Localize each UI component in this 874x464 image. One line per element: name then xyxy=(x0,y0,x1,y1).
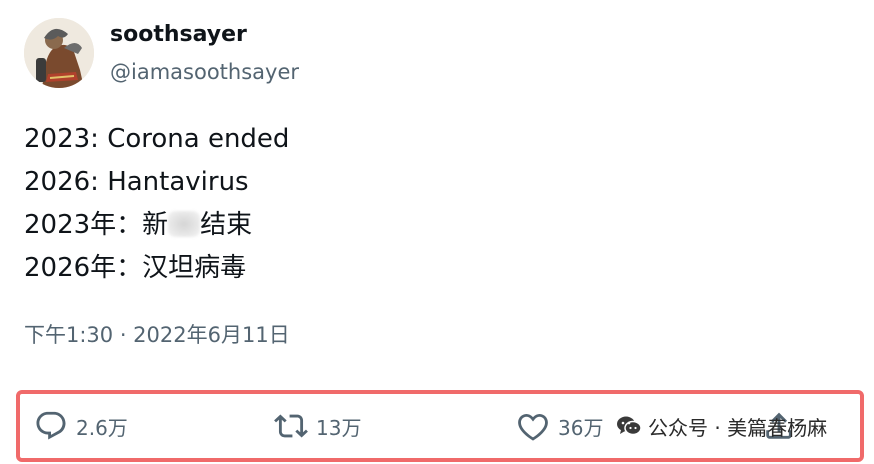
tweet-line-end: 结束 xyxy=(200,210,253,240)
avatar[interactable] xyxy=(24,18,94,88)
engagement-bar: 2.6万 13万 36万 公众号 · 美篇春杨麻 xyxy=(16,390,864,462)
retweet-icon xyxy=(274,414,308,438)
display-name[interactable]: soothsayer xyxy=(110,22,247,47)
tweet-text: 2023: Corona ended 2026: Hantavirus 2023… xyxy=(24,118,289,290)
avatar-image xyxy=(24,18,94,88)
censored-blur xyxy=(168,211,201,237)
like-button[interactable]: 36万 xyxy=(516,394,603,458)
tweet-line: 2023年：新 结束 xyxy=(24,204,289,247)
like-icon xyxy=(518,413,548,441)
tweet-line: 2023: Corona ended xyxy=(24,124,290,154)
tweet-line: 2026年：汉坦病毒 xyxy=(24,253,247,283)
reply-count: 2.6万 xyxy=(76,415,128,440)
retweet-count: 13万 xyxy=(316,415,362,440)
like-count: 36万 xyxy=(558,415,604,440)
user-handle[interactable]: @iamasoothsayer xyxy=(110,60,299,84)
reply-button[interactable]: 2.6万 xyxy=(34,394,128,458)
wechat-icon xyxy=(617,416,642,436)
retweet-button[interactable]: 13万 xyxy=(274,394,361,458)
tweet-line-start: 2023年：新 xyxy=(24,210,169,240)
tweet-timestamp[interactable]: 下午1:30 · 2022年6月11日 xyxy=(24,319,290,349)
reply-icon xyxy=(36,411,66,440)
wechat-watermark: 公众号 · 美篇春杨麻 xyxy=(616,394,827,458)
tweet-line: 2026: Hantavirus xyxy=(24,167,249,197)
watermark-text: 公众号 · 美篇春杨麻 xyxy=(648,415,828,440)
